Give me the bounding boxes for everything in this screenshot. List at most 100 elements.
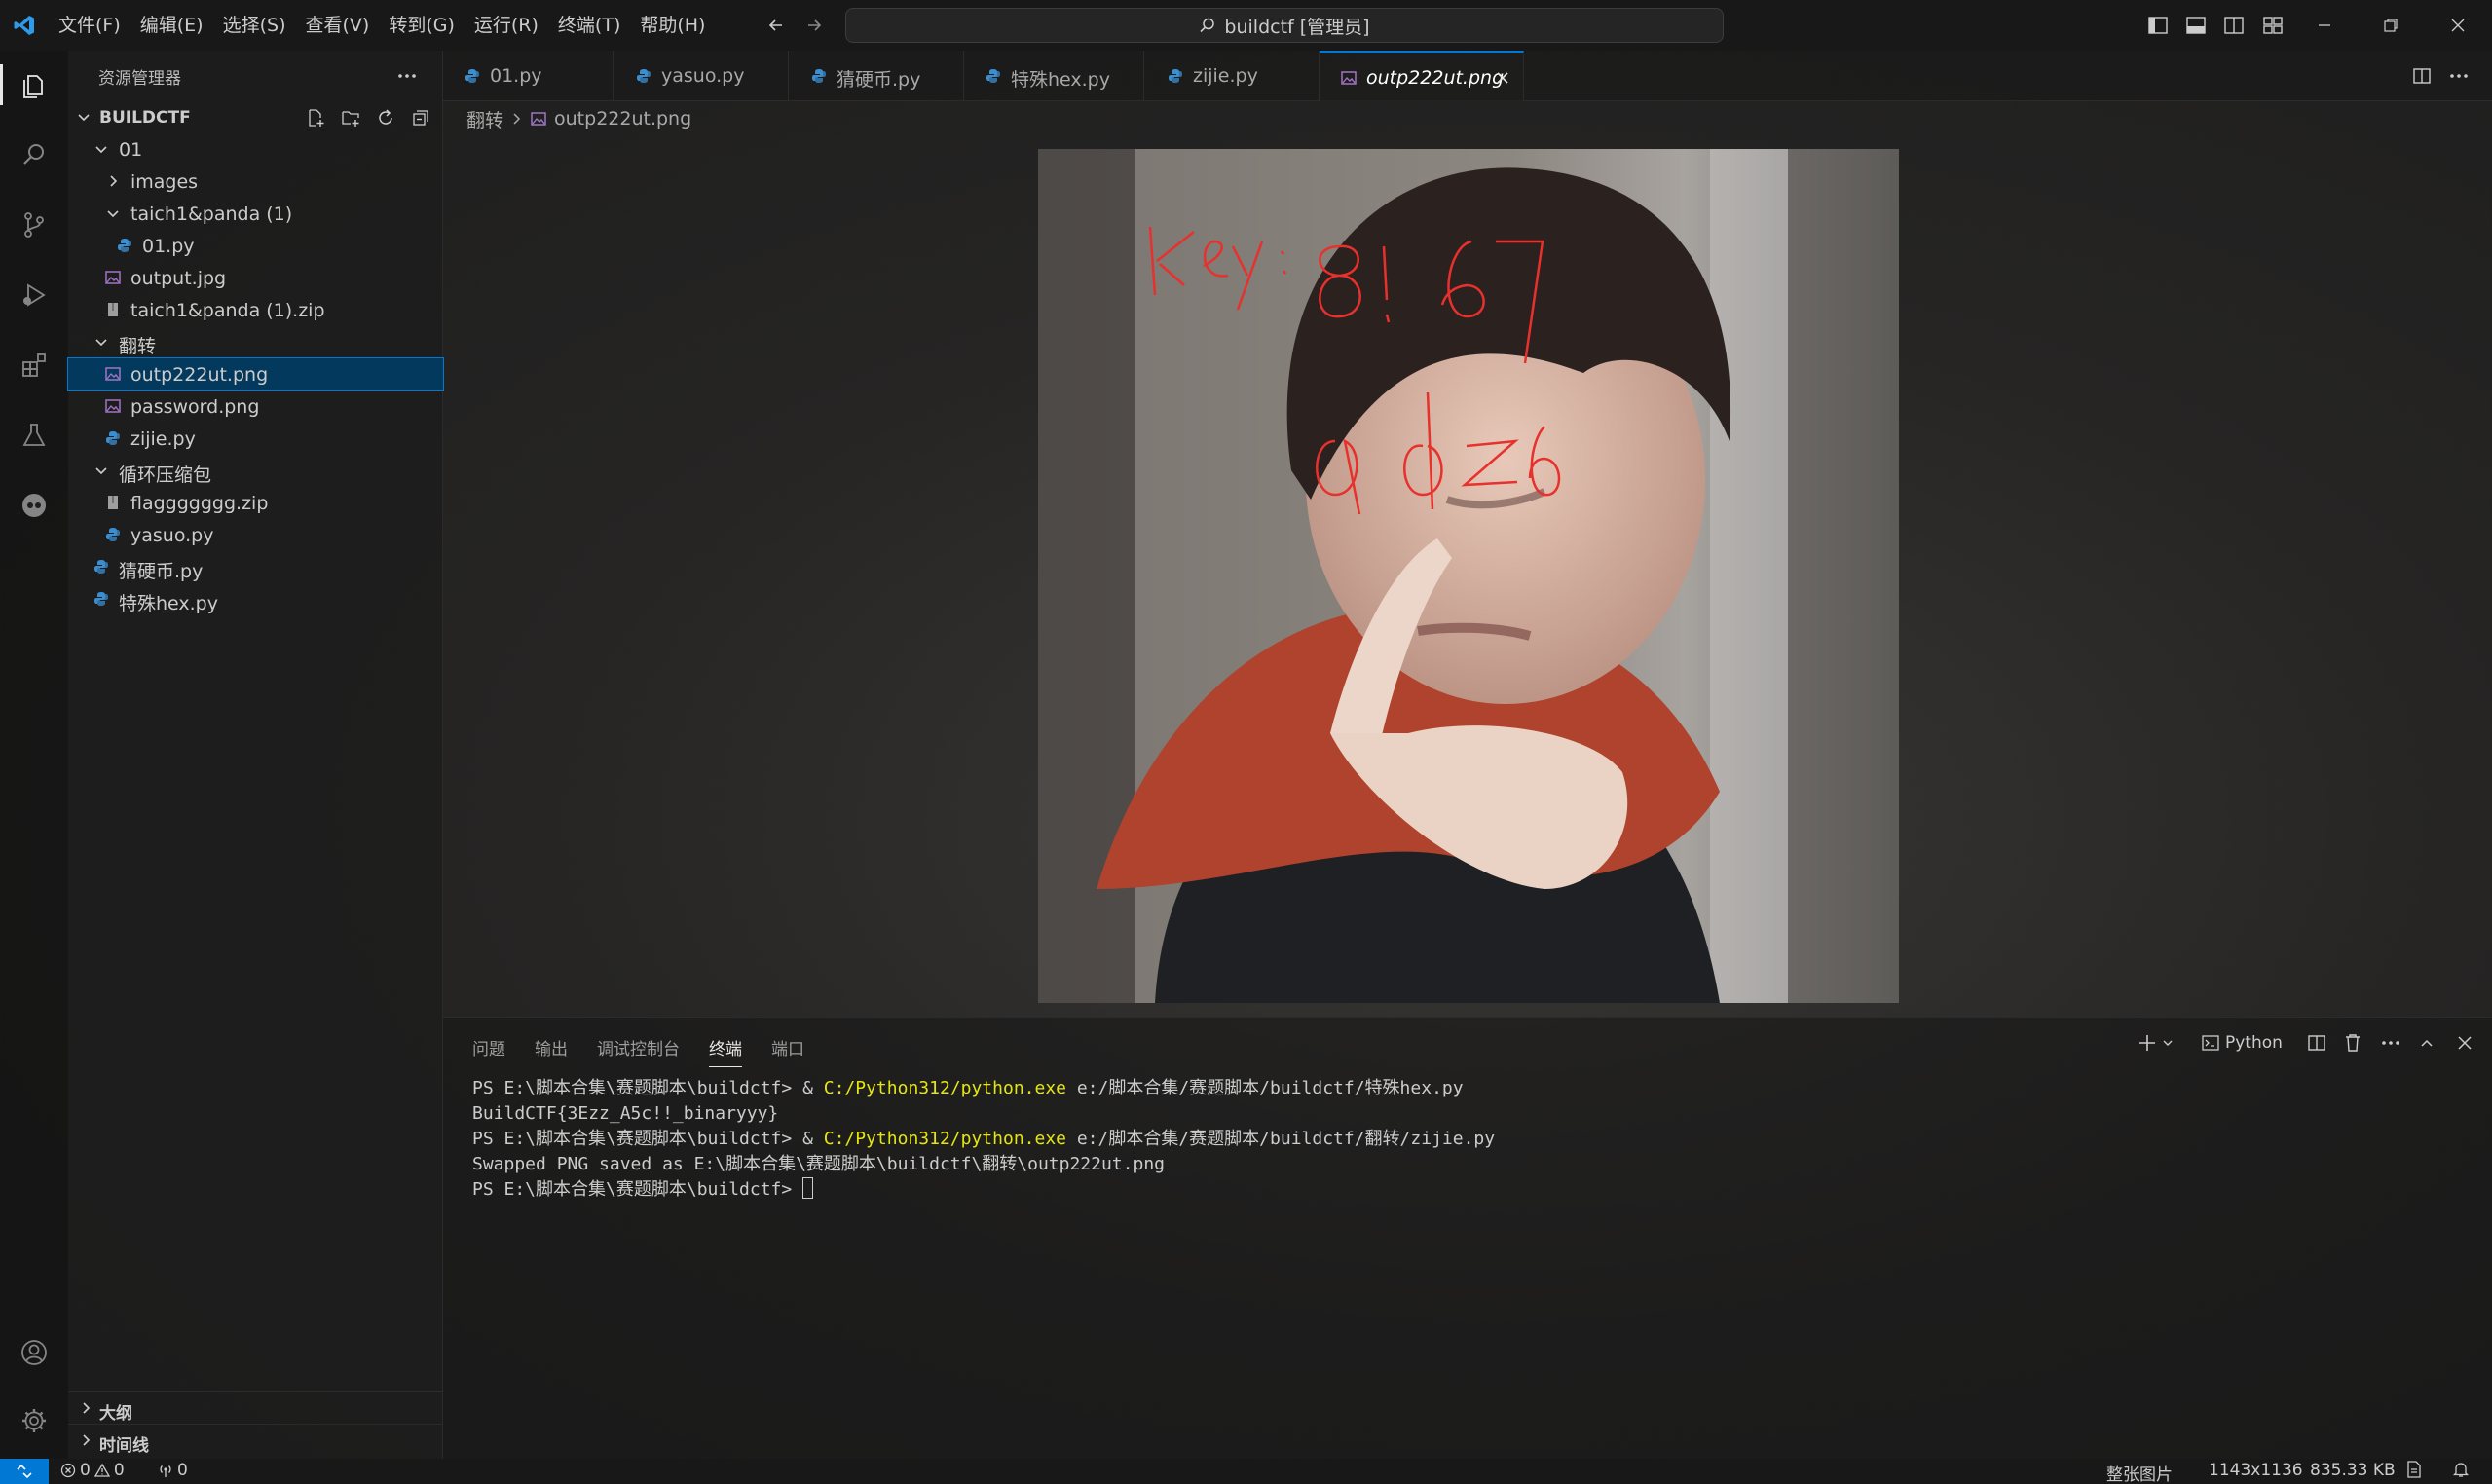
terminal-output[interactable]: PS E:\脚本合集\赛题脚本\buildctf> & C:/Python312… <box>472 1076 2469 1203</box>
settings-gear-icon[interactable] <box>0 1387 68 1455</box>
run-debug-icon[interactable] <box>0 261 68 329</box>
ports-status[interactable]: 0 <box>158 1461 188 1480</box>
back-arrow-icon[interactable] <box>762 12 790 39</box>
restore-window-icon[interactable] <box>2357 0 2425 51</box>
toggle-panel-icon[interactable] <box>2182 12 2210 39</box>
image-preview[interactable] <box>1038 149 1899 1003</box>
tree-file-password-png[interactable]: password.png <box>68 390 443 423</box>
tab-zijie-py[interactable]: zijie.py <box>1144 51 1320 101</box>
remote-indicator-icon[interactable] <box>0 1459 49 1484</box>
terminal-profile-selector[interactable]: Python <box>2202 1029 2283 1057</box>
split-editor-icon[interactable] <box>2408 62 2436 90</box>
more-actions-icon[interactable] <box>2381 1029 2400 1057</box>
tab-terminal[interactable]: 终端 <box>709 1035 742 1067</box>
tab-label: outp222ut.png <box>1366 67 1505 89</box>
tree-folder-xunhuan[interactable]: 循环压缩包 <box>68 455 443 487</box>
tree-label: 翻转 <box>119 336 157 357</box>
refresh-icon[interactable] <box>372 104 399 131</box>
copilot-icon[interactable] <box>0 471 68 539</box>
explorer-sidebar: 资源管理器 BUILDCTF 01 images taich1&panda (1… <box>67 51 444 1459</box>
warning-count: 0 <box>113 1461 125 1480</box>
tab-output[interactable]: 输出 <box>535 1035 568 1067</box>
chevron-down-icon[interactable] <box>2161 1029 2175 1057</box>
tree-file-flag-zip[interactable]: flaggggggg.zip <box>68 487 443 519</box>
collapse-all-icon[interactable] <box>407 104 434 131</box>
more-actions-icon[interactable] <box>393 62 421 90</box>
tree-folder-taich1-panda[interactable]: taich1&panda (1) <box>68 198 443 230</box>
menu-selection[interactable]: 选择(S) <box>213 0 296 51</box>
tab-ports[interactable]: 端口 <box>771 1035 804 1067</box>
outline-section-header[interactable]: 大纲 <box>68 1391 443 1424</box>
split-terminal-icon[interactable] <box>2307 1029 2326 1057</box>
menu-help[interactable]: 帮助(H) <box>630 0 715 51</box>
command-center-label: buildctf [管理员] <box>1224 16 1370 38</box>
chevron-down-icon <box>105 205 121 221</box>
python-file-icon <box>117 238 132 253</box>
toggle-primary-sidebar-icon[interactable] <box>2144 12 2172 39</box>
explorer-header: 资源管理器 <box>68 51 442 101</box>
toggle-secondary-sidebar-icon[interactable] <box>2220 12 2248 39</box>
forward-arrow-icon[interactable] <box>800 12 828 39</box>
menu-view[interactable]: 查看(V) <box>296 0 380 51</box>
account-icon[interactable] <box>0 1318 68 1387</box>
vscode-logo-icon <box>0 0 49 51</box>
testing-flask-icon[interactable] <box>0 401 68 469</box>
search-icon[interactable] <box>0 121 68 189</box>
close-tab-icon[interactable] <box>1493 68 1512 88</box>
tab-debug-console[interactable]: 调试控制台 <box>597 1035 680 1067</box>
breadcrumb-folder[interactable]: 翻转 <box>466 106 503 132</box>
menu-edit[interactable]: 编辑(E) <box>130 0 213 51</box>
timeline-section-header[interactable]: 时间线 <box>68 1424 443 1456</box>
minimize-window-icon[interactable] <box>2290 0 2359 51</box>
trash-icon[interactable] <box>2344 1029 2362 1057</box>
tree-file-zijie-py[interactable]: zijie.py <box>68 423 443 455</box>
tree-label: 循环压缩包 <box>119 464 212 486</box>
notifications-bell-icon[interactable] <box>2452 1461 2470 1478</box>
extensions-icon[interactable] <box>0 331 68 399</box>
tree-label: images <box>130 171 199 193</box>
title-bar: 文件(F) 编辑(E) 选择(S) 查看(V) 转到(G) 运行(R) 终端(T… <box>0 0 2492 51</box>
ports-count: 0 <box>177 1461 188 1480</box>
tree-file-teshuhex-py[interactable]: 特殊hex.py <box>68 583 443 615</box>
python-file-icon <box>811 68 827 84</box>
menu-terminal[interactable]: 终端(T) <box>548 0 630 51</box>
python-file-icon <box>636 68 651 84</box>
preview-photo <box>1038 149 1899 1003</box>
breadcrumb-file[interactable]: outp222ut.png <box>554 108 691 130</box>
command-center[interactable]: buildctf [管理员] <box>845 8 1724 43</box>
new-folder-icon[interactable] <box>337 104 364 131</box>
tree-file-01-py[interactable]: 01.py <box>68 230 443 262</box>
tree-folder-01[interactable]: 01 <box>68 133 443 166</box>
menu-run[interactable]: 运行(R) <box>465 0 548 51</box>
binary-file-icon[interactable] <box>2405 1461 2423 1478</box>
tab-outp222ut-png[interactable]: outp222ut.png <box>1320 51 1524 101</box>
new-file-icon[interactable] <box>302 104 329 131</box>
tree-file-output-jpg[interactable]: output.jpg <box>68 262 443 294</box>
workspace-folder-header[interactable]: BUILDCTF <box>68 101 442 133</box>
tab-caiyingbi-py[interactable]: 猜硬币.py <box>789 51 964 101</box>
tab-problems[interactable]: 问题 <box>472 1035 505 1067</box>
tree-file-outp222ut-png[interactable]: outp222ut.png <box>67 357 444 391</box>
menu-file[interactable]: 文件(F) <box>49 0 130 51</box>
tree-folder-fanzhuan[interactable]: 翻转 <box>68 326 443 358</box>
new-terminal-plus-icon[interactable] <box>2138 1029 2157 1057</box>
more-actions-icon[interactable] <box>2445 62 2473 90</box>
tab-01-py[interactable]: 01.py <box>443 51 614 101</box>
terminal-prompt: PS E:\脚本合集\赛题脚本\buildctf> <box>472 1179 803 1200</box>
menu-go[interactable]: 转到(G) <box>379 0 465 51</box>
tab-yasuo-py[interactable]: yasuo.py <box>614 51 789 101</box>
tree-file-yasuo-py[interactable]: yasuo.py <box>68 519 443 551</box>
close-window-icon[interactable] <box>2424 0 2492 51</box>
tree-file-caiyingbi-py[interactable]: 猜硬币.py <box>68 551 443 583</box>
close-panel-icon[interactable] <box>2457 1029 2473 1057</box>
maximize-panel-chevron-up-icon[interactable] <box>2419 1029 2435 1057</box>
tree-file-taich1-panda-zip[interactable]: taich1&panda (1).zip <box>68 294 443 326</box>
explorer-files-icon[interactable] <box>0 51 68 119</box>
source-control-icon[interactable] <box>0 191 68 259</box>
customize-layout-icon[interactable] <box>2259 12 2287 39</box>
tree-label: output.jpg <box>130 268 227 289</box>
tree-folder-images[interactable]: images <box>68 166 443 198</box>
image-zoom-status[interactable]: 整张图片 <box>2106 1461 2173 1484</box>
problems-status[interactable]: 0 0 <box>60 1461 125 1480</box>
tab-teshuhex-py[interactable]: 特殊hex.py <box>964 51 1144 101</box>
